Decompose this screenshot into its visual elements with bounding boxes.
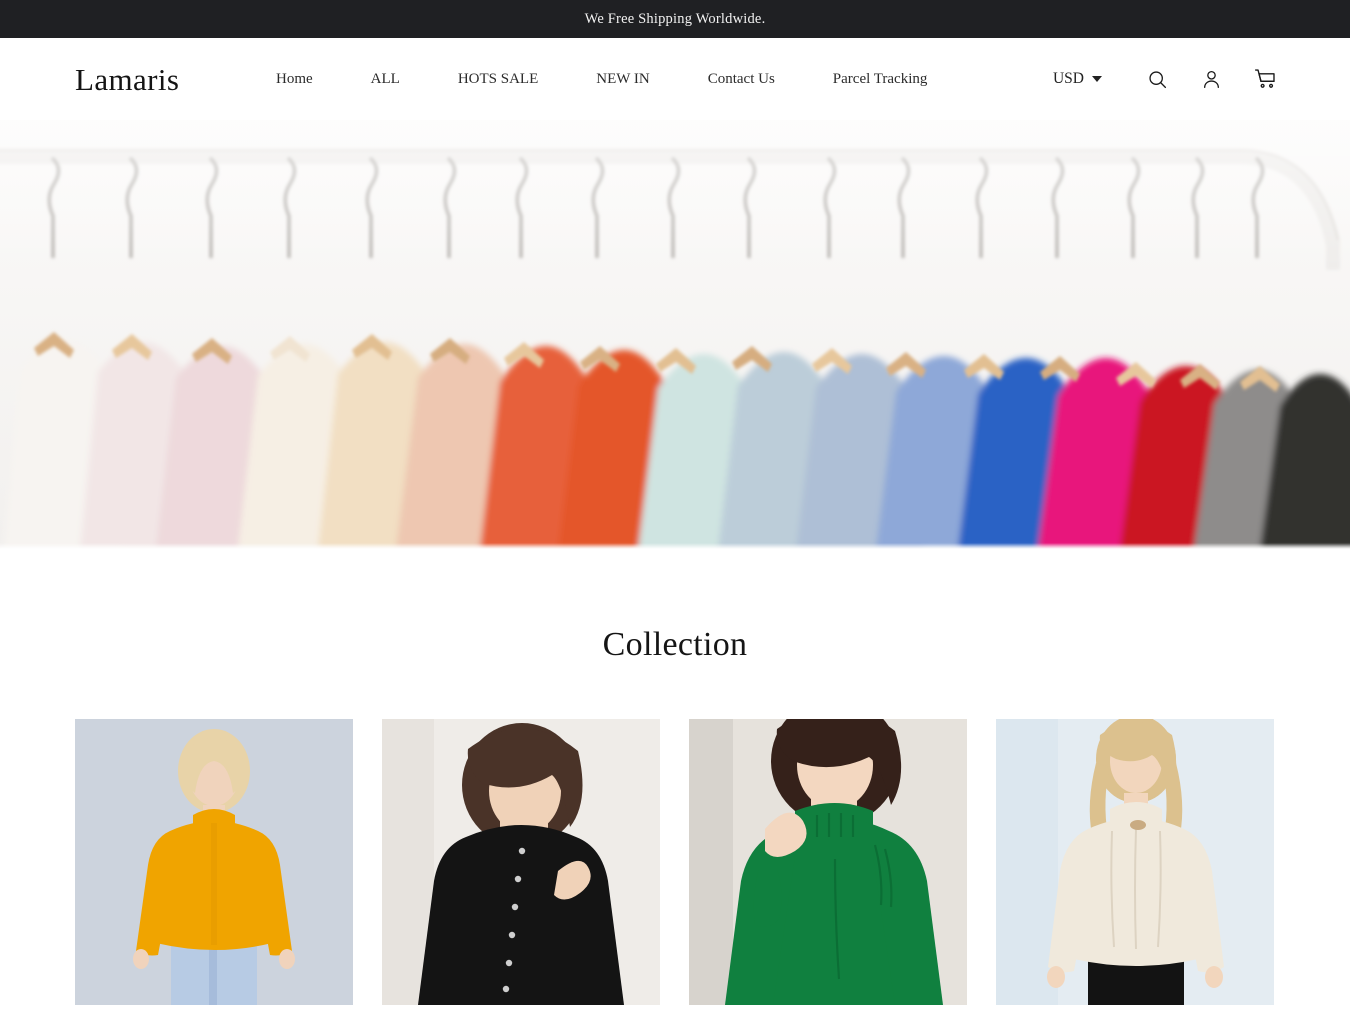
site-header: Lamaris Home ALL HOTS SALE NEW IN Contac… xyxy=(0,38,1350,120)
product-card-2[interactable] xyxy=(382,719,660,1005)
nav-item-new-in[interactable]: NEW IN xyxy=(567,71,678,88)
product-card-4[interactable] xyxy=(996,719,1274,1005)
product-image-2[interactable] xyxy=(382,719,660,1005)
product-card-1[interactable] xyxy=(75,719,353,1005)
product-card-3[interactable] xyxy=(689,719,967,1005)
currency-label: USD xyxy=(1052,70,1084,87)
site-logo[interactable]: Lamaris xyxy=(75,64,179,95)
currency-selector[interactable]: USD xyxy=(1053,70,1102,88)
hero-fade xyxy=(0,543,1350,549)
header-tools: USD xyxy=(1053,58,1350,100)
nav-item-contact-us[interactable]: Contact Us xyxy=(679,71,804,88)
page-title: Collection xyxy=(602,626,748,663)
nav-item-parcel-tracking[interactable]: Parcel Tracking xyxy=(804,71,957,88)
collection-section: Collection xyxy=(0,549,1350,1005)
nav-item-all[interactable]: ALL xyxy=(342,71,429,88)
announcement-bar: We Free Shipping Worldwide. xyxy=(0,0,1350,38)
nav-item-hots-sale[interactable]: HOTS SALE xyxy=(429,71,567,88)
chevron-down-icon xyxy=(1092,76,1102,82)
product-image-4[interactable] xyxy=(996,719,1274,1005)
hero-banner xyxy=(0,120,1350,549)
announcement-text: We Free Shipping Worldwide. xyxy=(584,10,766,27)
product-image-3[interactable] xyxy=(689,719,967,1005)
product-image-1[interactable] xyxy=(75,719,353,1005)
account-icon[interactable] xyxy=(1190,58,1232,100)
product-grid xyxy=(0,664,1350,1005)
main-navigation: Home ALL HOTS SALE NEW IN Contact Us Par… xyxy=(276,71,956,88)
nav-item-home[interactable]: Home xyxy=(276,71,342,88)
cart-icon[interactable] xyxy=(1244,58,1286,100)
search-icon[interactable] xyxy=(1136,58,1178,100)
